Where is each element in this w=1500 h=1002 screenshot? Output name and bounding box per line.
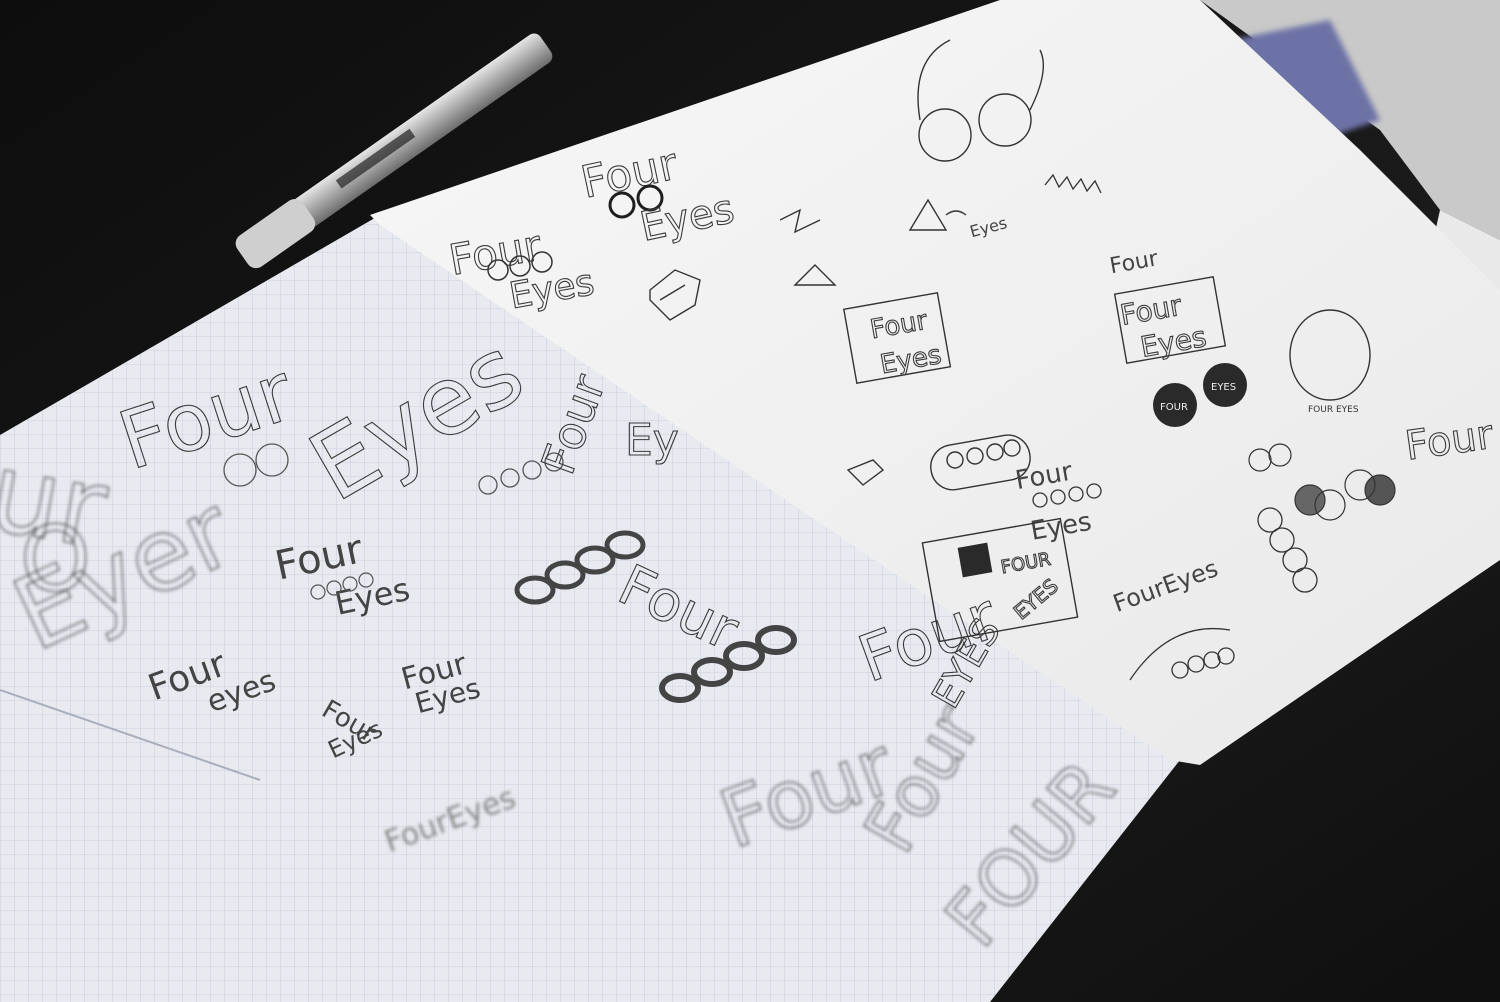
- sketchbook-photo: ur O Eyer Four Eyes Four Ey Four Eyes Fo…: [0, 0, 1500, 1002]
- photo-scene: ur O Eyer Four Eyes Four Ey Four Eyes Fo…: [0, 0, 1500, 1002]
- sketch-vertical-ey: Ey: [625, 415, 679, 466]
- sketch-badge-text: FOUR EYES: [1308, 405, 1359, 415]
- sketch-circle-text-1: FOUR: [1160, 402, 1188, 413]
- sketch-circle-text-2: EYES: [1211, 382, 1236, 393]
